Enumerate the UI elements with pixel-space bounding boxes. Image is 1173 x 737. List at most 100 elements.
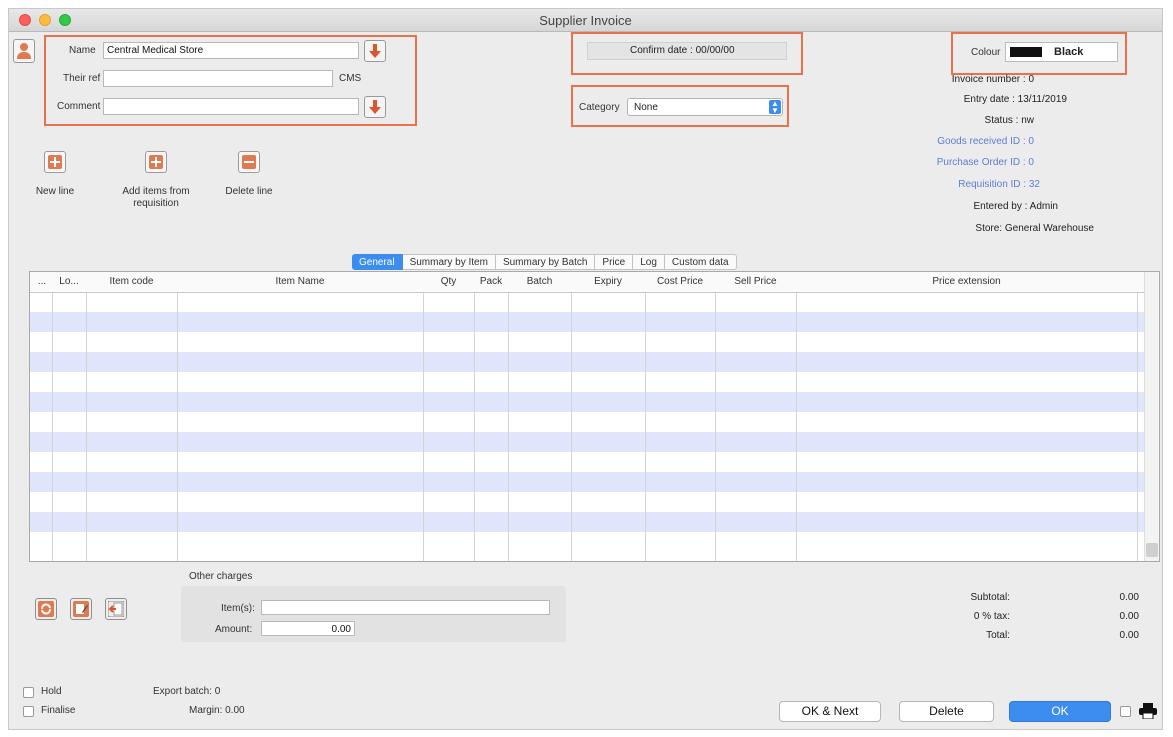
edit-button[interactable] [70, 598, 92, 620]
column-header[interactable]: Batch [508, 276, 571, 287]
category-select[interactable]: None ▲ ▼ [627, 98, 783, 116]
print-checkbox[interactable] [1120, 706, 1131, 717]
confirm-date-field: Confirm date : 00/00/00 [587, 42, 787, 60]
column-divider [571, 272, 572, 561]
colour-value: Black [1054, 46, 1084, 58]
entry-date: Entry date : 13/11/2019 [963, 94, 1067, 105]
minus-icon [242, 155, 256, 169]
store: Store: General Warehouse [975, 223, 1094, 234]
column-header[interactable]: Price extension [796, 276, 1137, 287]
table-row[interactable] [30, 392, 1159, 412]
supplier-details-button[interactable] [13, 39, 35, 63]
table-row[interactable] [30, 472, 1159, 492]
comment-field[interactable] [103, 98, 359, 115]
finalise-checkbox[interactable] [23, 706, 34, 717]
column-divider [52, 272, 53, 561]
column-header[interactable]: Expiry [571, 276, 645, 287]
column-header[interactable]: ... [32, 276, 52, 287]
subtotal-label: Subtotal: [970, 592, 1010, 603]
table-scrollbar[interactable] [1144, 272, 1159, 561]
table-row[interactable] [30, 312, 1159, 332]
status: Status : nw [984, 115, 1034, 126]
column-header[interactable]: Pack [474, 276, 508, 287]
confirm-date-text: Confirm date : 00/00/00 [630, 45, 735, 56]
import-icon [108, 601, 124, 617]
down-arrow-icon [369, 100, 381, 114]
column-divider [508, 272, 509, 561]
tab-custom-data[interactable]: Custom data [664, 254, 737, 270]
total-value: 0.00 [1119, 630, 1139, 641]
edit-icon [73, 601, 89, 617]
add-items-from-requisition-button[interactable] [145, 151, 167, 173]
other-charges-title: Other charges [189, 571, 253, 582]
supplier-name-field[interactable]: Central Medical Store [103, 42, 359, 59]
their-ref-field[interactable] [103, 70, 333, 87]
column-divider [423, 272, 424, 561]
colour-label: Colour [971, 47, 1001, 58]
column-header[interactable]: Sell Price [715, 276, 796, 287]
amount-label: Amount: [215, 624, 253, 635]
supplier-invoice-window: Supplier Invoice Name Central Medical St… [8, 8, 1163, 730]
category-label: Category [579, 102, 620, 113]
refresh-button[interactable] [35, 598, 57, 620]
column-divider [715, 272, 716, 561]
other-charges-amount-field[interactable]: 0.00 [261, 621, 355, 636]
scrollbar-thumb[interactable] [1146, 543, 1158, 557]
tax-value: 0.00 [1119, 611, 1139, 622]
column-header[interactable]: Cost Price [645, 276, 715, 287]
their-ref-code: CMS [339, 73, 362, 84]
delete-line-label: Delete line [225, 186, 273, 197]
plus-icon [48, 155, 62, 169]
column-divider [474, 272, 475, 561]
column-header[interactable]: Item code [86, 276, 177, 287]
tax-label: 0 % tax: [973, 611, 1010, 622]
column-divider [796, 272, 797, 561]
column-divider [645, 272, 646, 561]
tab-bar: General Summary by Item Summary by Batch… [352, 254, 737, 270]
purchase-order-id[interactable]: Purchase Order ID : 0 [937, 157, 1034, 168]
other-charges-items-field[interactable] [261, 600, 550, 615]
hold-label: Hold [41, 686, 62, 697]
finalise-label: Finalise [41, 705, 76, 716]
tab-summary-by-batch[interactable]: Summary by Batch [495, 254, 596, 270]
invoice-lines-table[interactable]: ... Lo... Item code Item Name Qty Pack B… [29, 271, 1160, 562]
requisition-id[interactable]: Requisition ID : 32 [958, 179, 1040, 190]
column-header[interactable]: Item Name [177, 276, 423, 287]
tab-price[interactable]: Price [595, 254, 634, 270]
delete-button[interactable]: Delete [899, 701, 994, 722]
person-icon [17, 43, 31, 59]
refresh-icon [38, 601, 54, 617]
table-row[interactable] [30, 432, 1159, 452]
supplier-lookup-button[interactable] [364, 40, 386, 62]
colour-swatch [1010, 47, 1042, 57]
margin: Margin: 0.00 [189, 705, 245, 716]
title-bar: Supplier Invoice [9, 9, 1162, 32]
select-arrows-icon: ▲ ▼ [769, 100, 781, 115]
their-ref-label: Their ref [63, 73, 101, 84]
down-arrow-icon [369, 44, 381, 58]
add-items-label: Add items from requisition [122, 186, 190, 209]
column-header[interactable]: Qty [423, 276, 474, 287]
table-row[interactable] [30, 512, 1159, 532]
ok-next-button[interactable]: OK & Next [779, 701, 881, 722]
column-header[interactable]: Lo... [52, 276, 86, 287]
ok-button[interactable]: OK [1009, 701, 1111, 722]
invoice-number: Invoice number : 0 [951, 74, 1034, 85]
new-line-button[interactable] [44, 151, 66, 173]
printer-icon[interactable] [1139, 703, 1157, 719]
items-label: Item(s): [221, 603, 255, 614]
comment-lookup-button[interactable] [364, 96, 386, 118]
total-label: Total: [986, 630, 1010, 641]
hold-checkbox[interactable] [23, 687, 34, 698]
entered-by: Entered by : Admin [973, 201, 1059, 212]
tab-log[interactable]: Log [633, 254, 665, 270]
subtotal-value: 0.00 [1119, 592, 1139, 603]
colour-picker[interactable]: Black [1005, 42, 1118, 62]
import-button[interactable] [105, 598, 127, 620]
table-header: ... Lo... Item code Item Name Qty Pack B… [30, 272, 1159, 293]
tab-general[interactable]: General [352, 254, 403, 270]
delete-line-button[interactable] [238, 151, 260, 173]
tab-summary-by-item[interactable]: Summary by Item [402, 254, 496, 270]
table-row[interactable] [30, 352, 1159, 372]
goods-received-id[interactable]: Goods received ID : 0 [937, 136, 1034, 147]
